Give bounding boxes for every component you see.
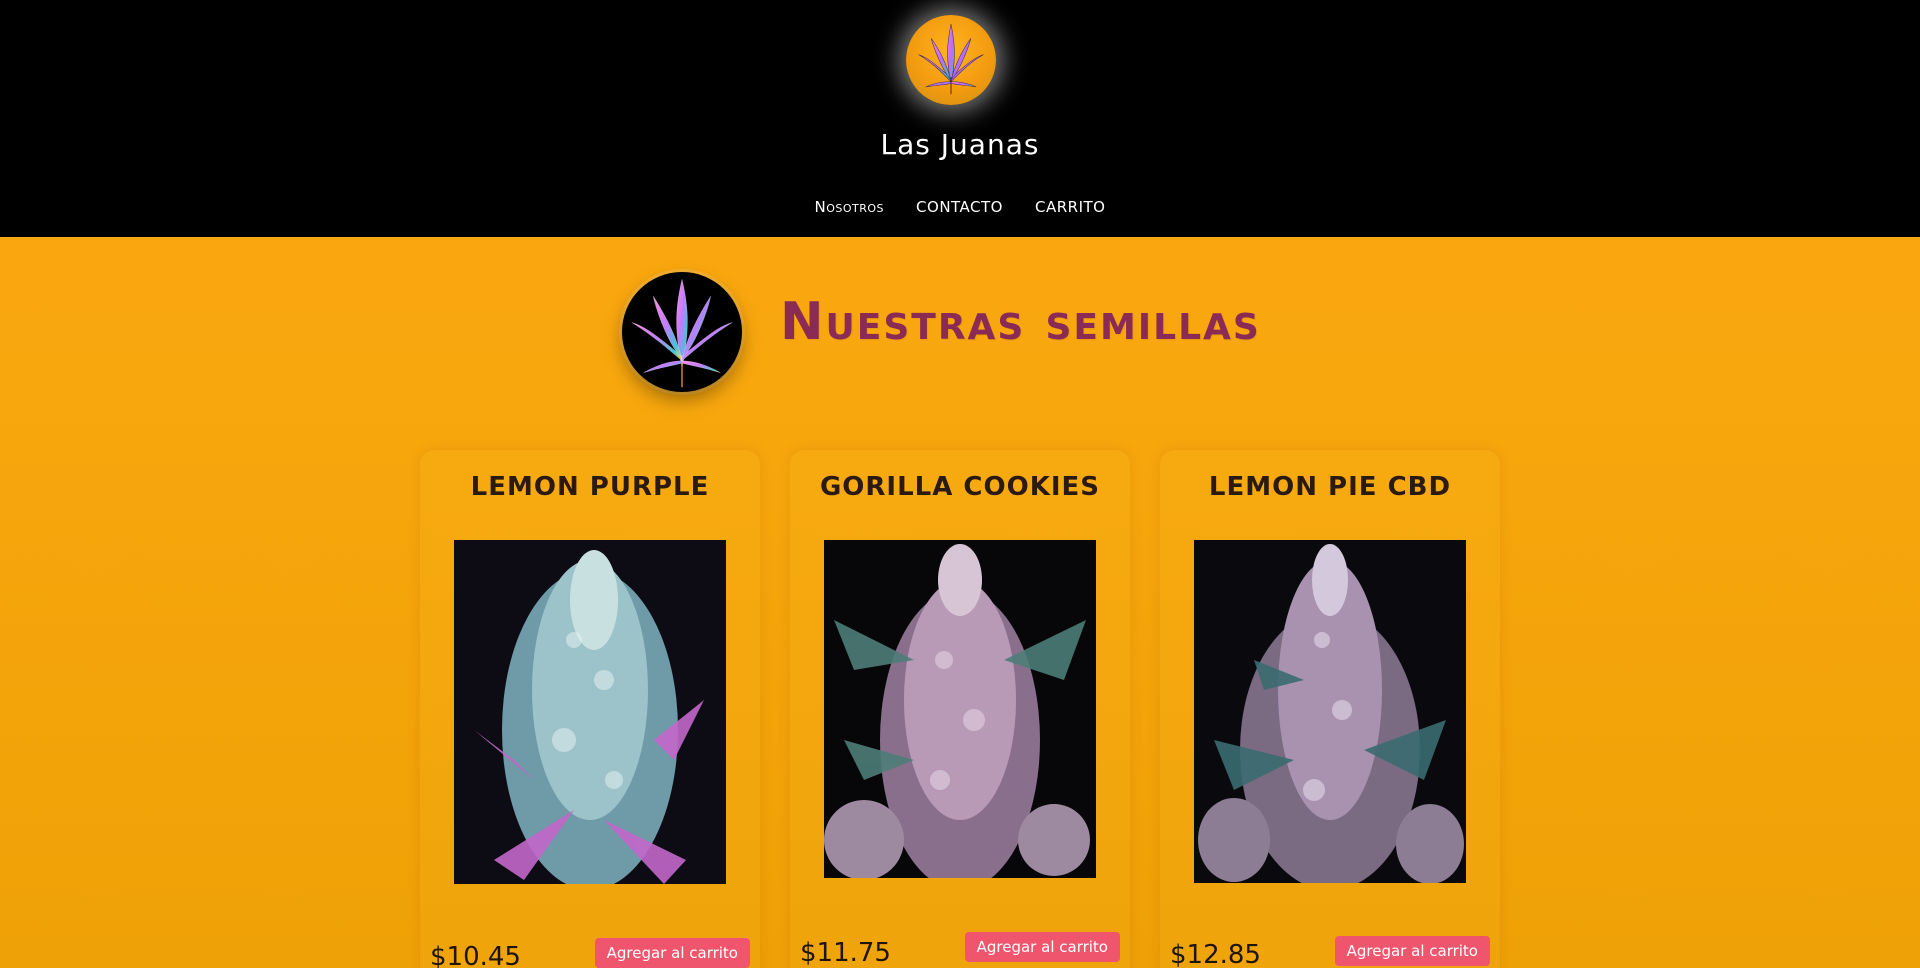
product-price: $11.75 xyxy=(800,938,891,968)
nav-link-contacto[interactable]: Contacto xyxy=(916,198,1003,216)
nav-link-nosotros[interactable]: Nosotros xyxy=(815,198,885,216)
add-to-cart-button[interactable]: Agregar al carrito xyxy=(1334,936,1490,966)
product-name: Lemon Pie CBD xyxy=(1208,472,1452,502)
product-price: $12.85 xyxy=(1170,940,1261,968)
product-name: Gorilla Cookies xyxy=(819,472,1101,502)
product-name: Lemon Purple xyxy=(470,472,710,502)
product-card: Gorilla Cookies $11.75 xyxy=(790,450,1130,968)
product-image xyxy=(1194,540,1466,883)
product-card: Lemon Pie CBD $12.85 Ag xyxy=(1160,450,1500,968)
product-image xyxy=(824,540,1096,878)
cannabis-leaf-section-icon xyxy=(622,272,742,392)
add-to-cart-button[interactable]: Agregar al carrito xyxy=(964,932,1120,962)
brand-name: Las Juanas xyxy=(880,128,1040,161)
product-price: $10.45 xyxy=(430,942,521,968)
main-nav: Nosotros Contacto Carrito xyxy=(0,198,1920,216)
add-to-cart-button[interactable]: Agregar al carrito xyxy=(594,938,750,968)
product-card: Lemon Purple $10.45 Agregar al xyxy=(420,450,760,968)
site-header: Las Juanas Nosotros Contacto Carrito xyxy=(0,0,1920,237)
product-grid: Lemon Purple $10.45 Agregar al xyxy=(420,450,1500,968)
section-title: Nuestras semillas xyxy=(780,292,1261,352)
cannabis-leaf-logo-icon[interactable] xyxy=(906,15,996,105)
product-image xyxy=(454,540,726,884)
nav-link-carrito[interactable]: Carrito xyxy=(1035,198,1105,216)
